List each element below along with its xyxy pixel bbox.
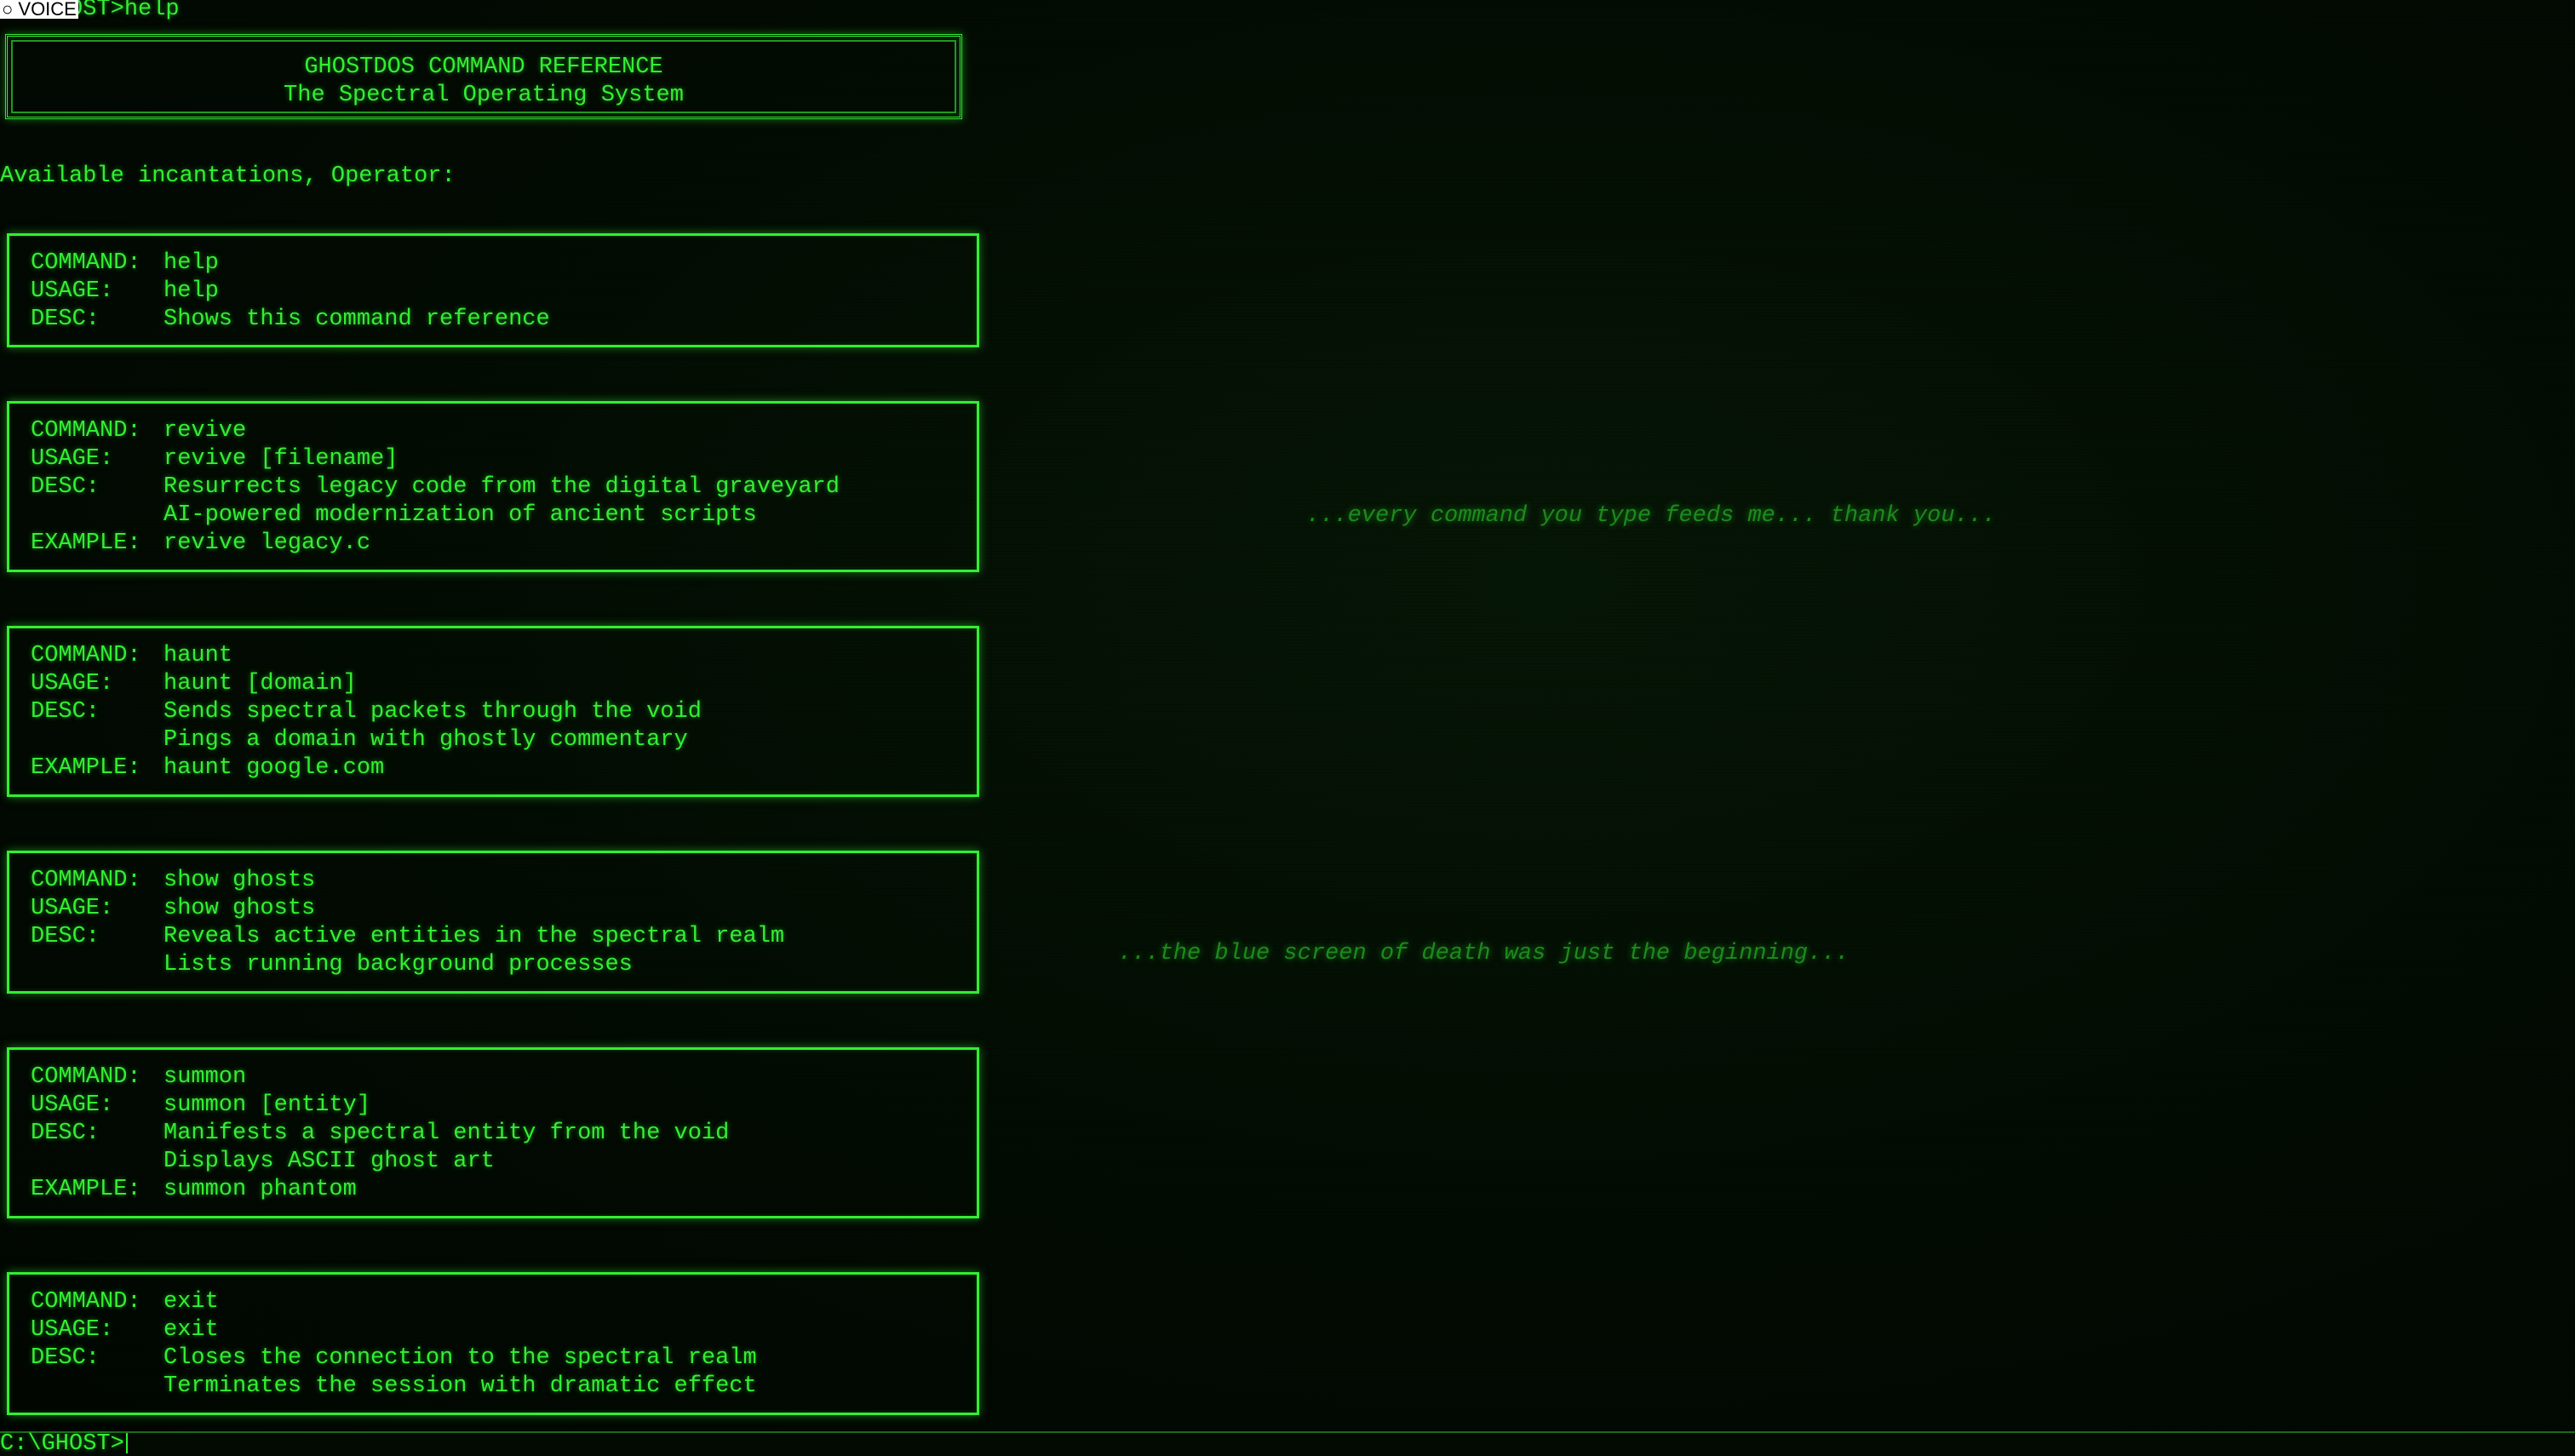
prompt-label: C:\GHOST> — [0, 1431, 124, 1456]
command-usage: exit — [163, 1317, 219, 1343]
command-desc: Resurrects legacy code from the digital … — [163, 474, 840, 500]
command-usage: help — [163, 278, 219, 304]
voice-toggle-button[interactable]: ○ VOICE — [0, 0, 78, 19]
command-usage: revive [filename] — [163, 446, 399, 472]
command-card-show-ghosts: COMMAND: show ghosts USAGE: show ghosts DE… — [7, 851, 979, 994]
desc-label: DESC: — [31, 699, 100, 725]
usage-label: USAGE: — [31, 446, 114, 472]
usage-label: USAGE: — [31, 278, 114, 304]
command-desc: Shows this command reference — [163, 307, 550, 332]
usage-label: USAGE: — [31, 1317, 114, 1343]
desc-label: DESC: — [31, 1121, 100, 1146]
command-desc-continued: AI-powered modernization of ancient scri… — [163, 502, 757, 528]
command-usage: haunt [domain] — [163, 671, 357, 696]
command-card-haunt: COMMAND: haunt USAGE: haunt [domain] DESC:… — [7, 626, 979, 797]
command-name: help — [163, 250, 219, 276]
command-label: COMMAND: — [31, 250, 141, 276]
header-subtitle: The Spectral Operating System — [284, 83, 684, 108]
desc-label: DESC: — [31, 1345, 100, 1371]
header-title: GHOSTDOS COMMAND REFERENCE — [304, 54, 663, 80]
desc-label: DESC: — [31, 307, 100, 332]
usage-label: USAGE: — [31, 671, 114, 696]
command-example: summon phantom — [163, 1177, 357, 1202]
command-desc-continued: Displays ASCII ghost art — [163, 1149, 495, 1174]
desc-label: DESC: — [31, 924, 100, 949]
command-name: summon — [163, 1064, 247, 1090]
command-example: haunt google.com — [163, 755, 385, 781]
command-card-summon: COMMAND: summon USAGE: summon [entity] DES… — [7, 1047, 979, 1218]
desc-label: DESC: — [31, 474, 100, 500]
command-label: COMMAND: — [31, 418, 141, 444]
ghost-whisper-2: ...the blue screen of death was just the… — [1118, 941, 1850, 966]
command-desc-continued: Lists running background processes — [163, 952, 633, 977]
command-card-exit: COMMAND: exit USAGE: exit DESC: Closes the … — [7, 1272, 979, 1415]
text-cursor — [125, 1433, 128, 1453]
command-prompt-bar[interactable]: C:\GHOST> — [0, 1431, 2575, 1456]
example-label: EXAMPLE: — [31, 530, 141, 556]
command-label: COMMAND: — [31, 643, 141, 668]
command-name: exit — [163, 1289, 219, 1315]
command-prompt[interactable]: C:\GHOST> — [0, 1433, 128, 1456]
command-name: revive — [163, 418, 247, 444]
ghost-whisper-1: ...every command you type feeds me... th… — [1306, 503, 1997, 529]
command-example: revive legacy.c — [163, 530, 371, 556]
command-desc: Closes the connection to the spectral re… — [163, 1345, 757, 1371]
command-label: COMMAND: — [31, 1289, 141, 1315]
example-label: EXAMPLE: — [31, 755, 141, 781]
command-desc-continued: Terminates the session with dramatic eff… — [163, 1373, 757, 1399]
command-name: show ghosts — [163, 868, 316, 893]
usage-label: USAGE: — [31, 896, 114, 921]
command-usage: show ghosts — [163, 896, 316, 921]
command-desc: Manifests a spectral entity from the voi… — [163, 1121, 730, 1146]
command-desc-continued: Pings a domain with ghostly commentary — [163, 727, 688, 753]
command-label: COMMAND: — [31, 1064, 141, 1090]
command-reference-header: GHOSTDOS COMMAND REFERENCE The Spectral … — [5, 34, 962, 119]
command-desc: Sends spectral packets through the void — [163, 699, 702, 725]
intro-text: Available incantations, Operator: — [0, 163, 456, 189]
command-usage: summon [entity] — [163, 1092, 371, 1118]
command-label: COMMAND: — [31, 868, 141, 893]
command-card-revive: COMMAND: revive USAGE: revive [filename] D… — [7, 401, 979, 572]
command-card-help: COMMAND: help USAGE: help DESC: Shows this … — [7, 233, 979, 347]
command-name: haunt — [163, 643, 233, 668]
command-desc: Reveals active entities in the spectral … — [163, 924, 785, 949]
example-label: EXAMPLE: — [31, 1177, 141, 1202]
usage-label: USAGE: — [31, 1092, 114, 1118]
